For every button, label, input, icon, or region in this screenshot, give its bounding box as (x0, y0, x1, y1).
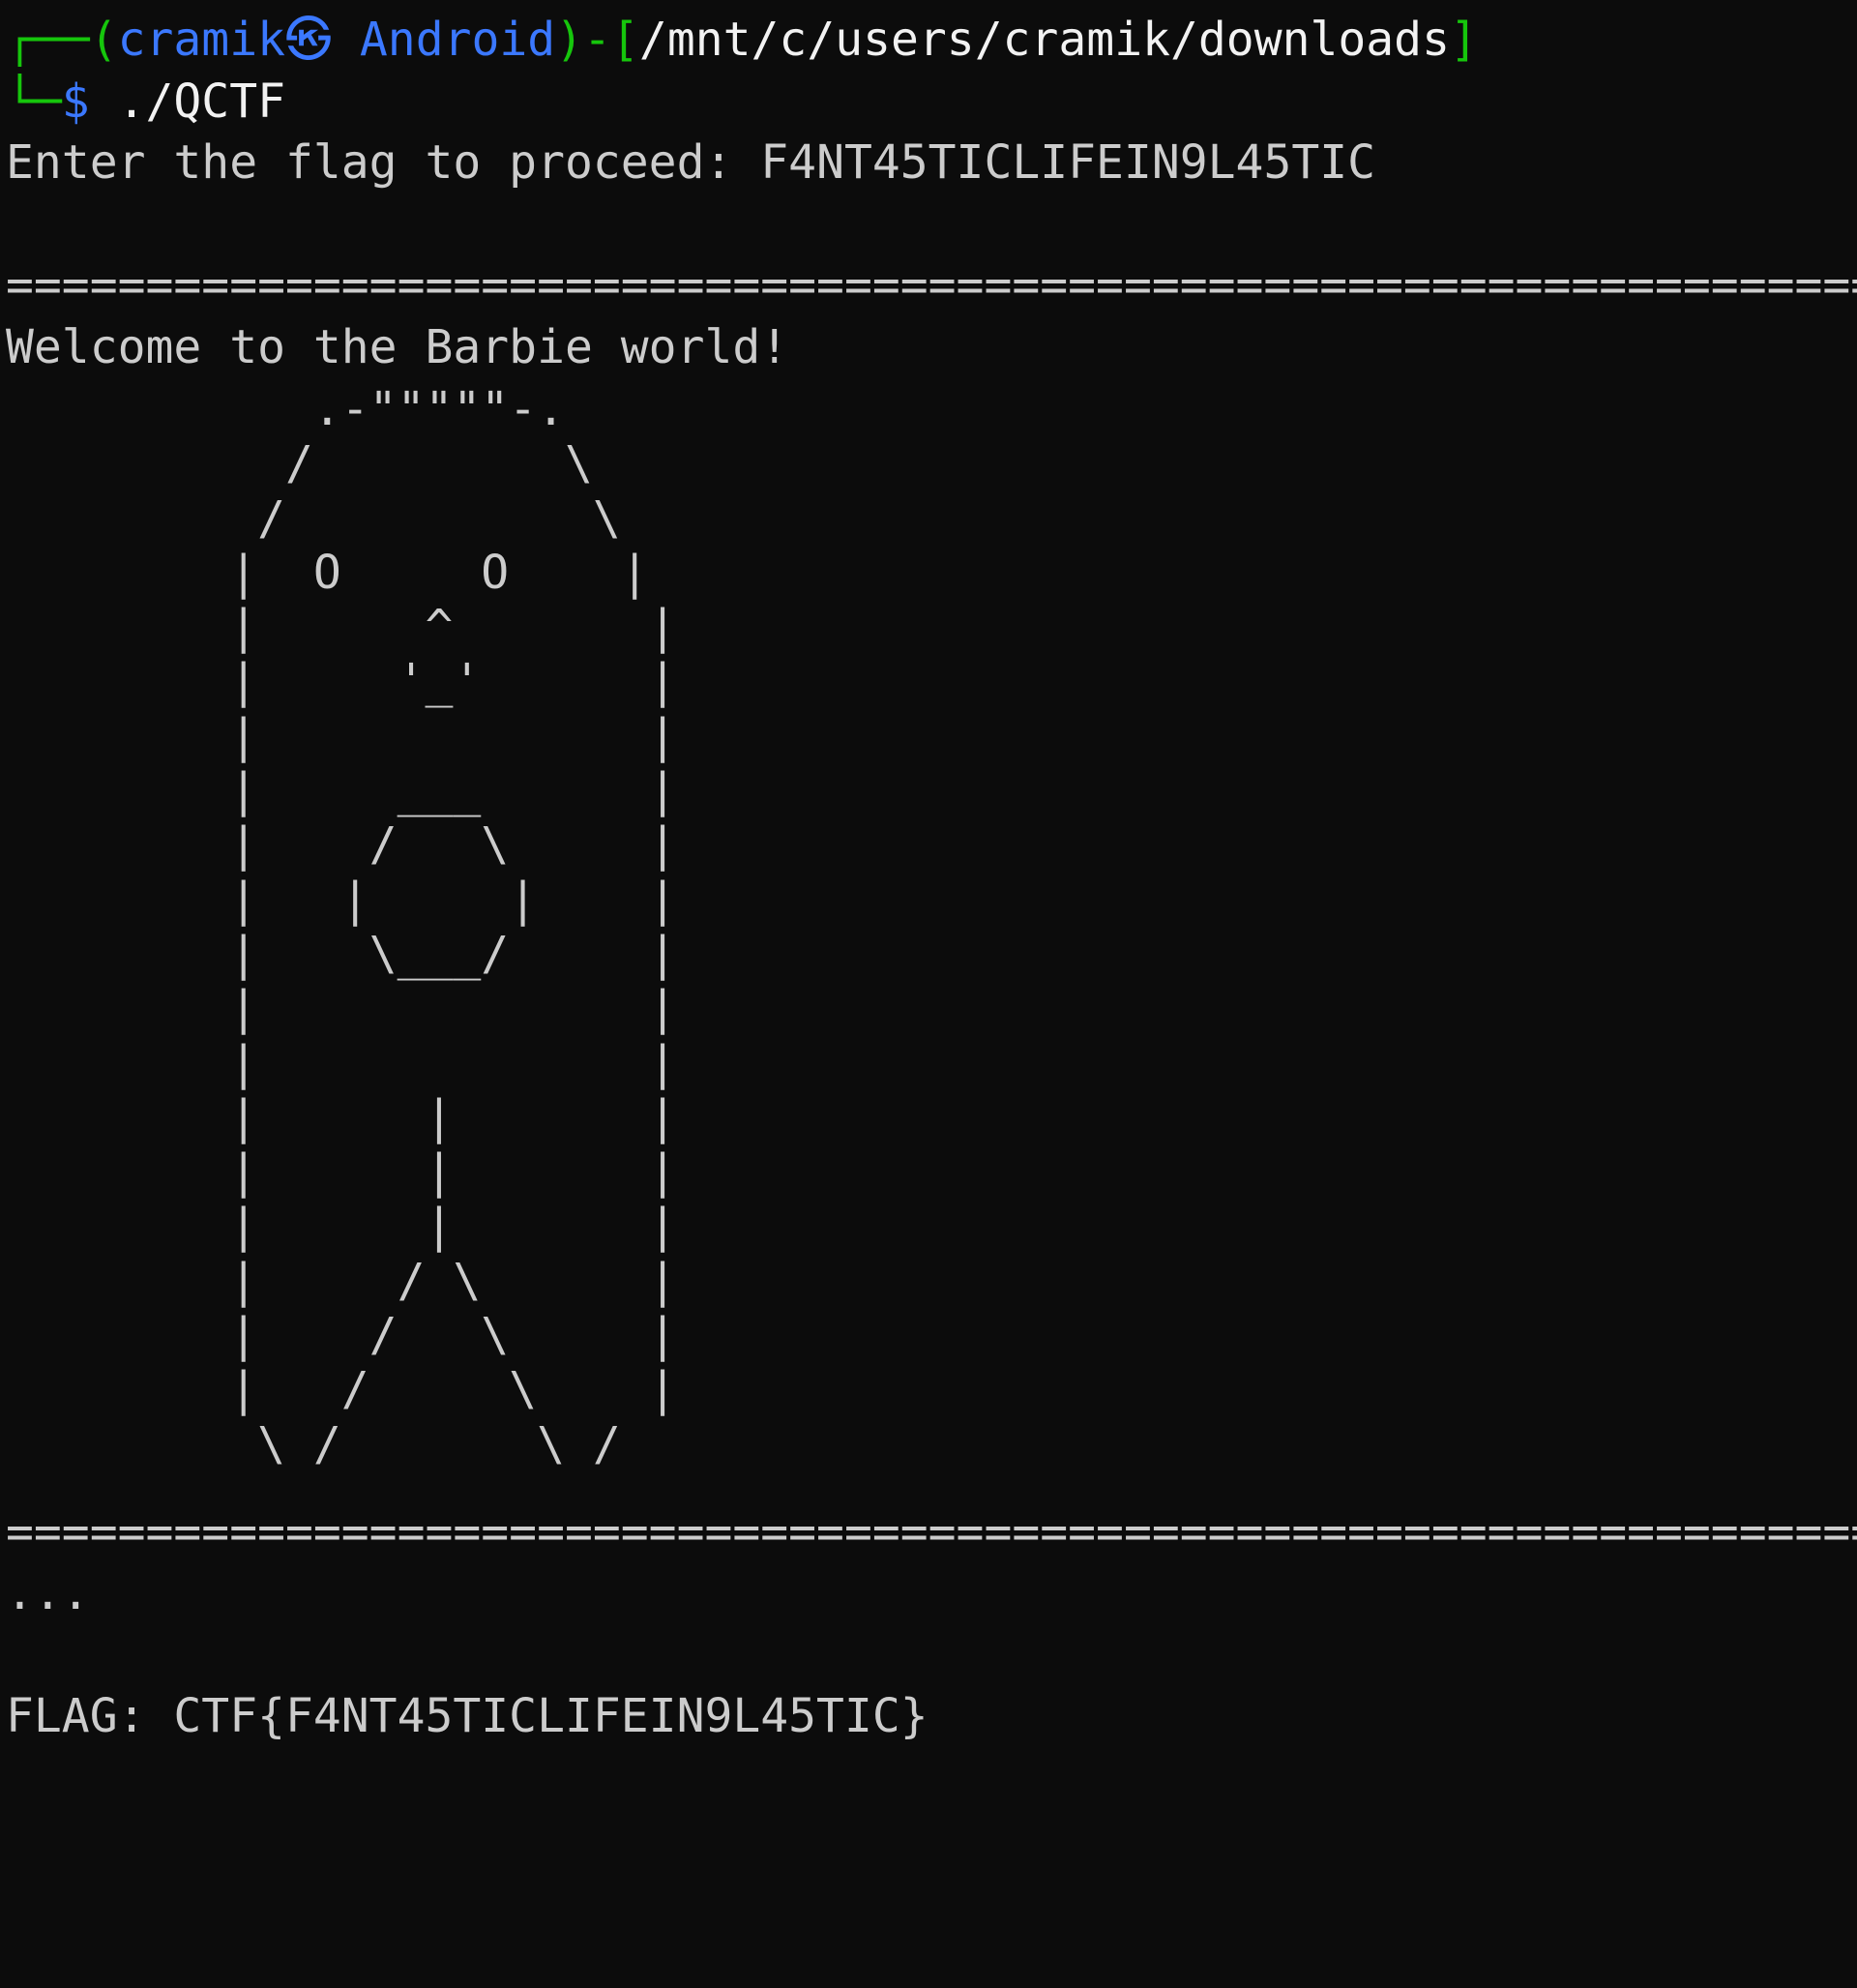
prompt-close-bracket: ] (1449, 13, 1478, 67)
welcome-message: Welcome to the Barbie world! (6, 319, 789, 374)
prompt-open-paren: ( (89, 13, 118, 67)
prompt-dash: - (583, 13, 612, 67)
flag-result-line: FLAG: CTF{F4NT45TICLIFEIN9L45TIC} (6, 1689, 928, 1744)
prompt-box-top: ┌── (6, 13, 90, 67)
enter-flag-line: Enter the flag to proceed: F4NT45TICLIFE… (6, 133, 1857, 194)
enter-flag-label: Enter the flag to proceed: (6, 135, 761, 190)
separator-bottom: ========================================… (6, 1504, 1857, 1559)
prompt-line-1: ┌──(cramik㉿ Android)-[/mnt/c/users/crami… (6, 10, 1857, 72)
barbie-ascii-art: .-"""""-. / \ / \ | O O | | ^ | | '_' | … (229, 382, 677, 1471)
prompt-path: /mnt/c/users/cramik/downloads (638, 13, 1450, 67)
typed-command: ./QCTF (117, 74, 285, 129)
terminal-window[interactable]: ┌──(cramik㉿ Android)-[/mnt/c/users/crami… (0, 0, 1857, 1988)
separator-top: ========================================… (6, 258, 1857, 312)
prompt-box-bottom: └─ (6, 74, 62, 129)
prompt-close-paren: ) (555, 13, 584, 67)
prompt-dollar: $ (61, 74, 90, 129)
prompt-open-bracket: [ (611, 13, 639, 67)
entered-flag-value: F4NT45TICLIFEIN9L45TIC (760, 135, 1376, 190)
prompt-user-host: cramik㉿ Android (117, 13, 556, 67)
ellipsis-line: ... (6, 1566, 90, 1621)
prompt-line-2: └─$ ./QCTF (6, 72, 1857, 134)
